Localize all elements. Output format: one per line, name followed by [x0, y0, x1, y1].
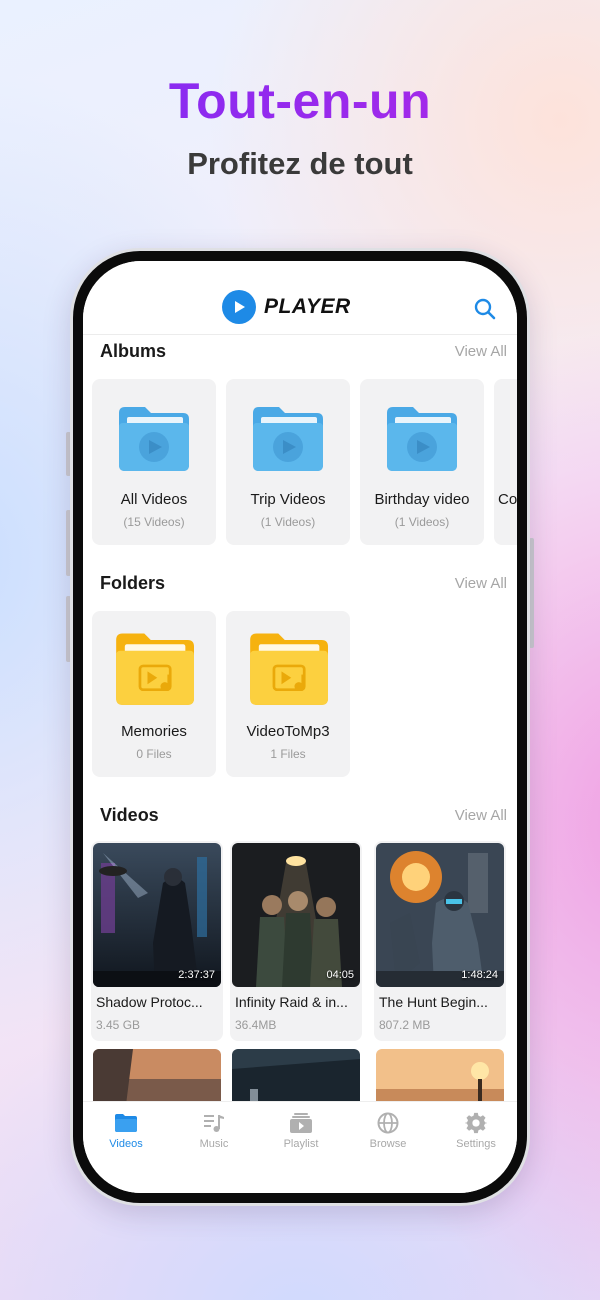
video-card[interactable]: 04:05 Infinity Raid & in... 36.4MB [230, 841, 362, 1041]
video-card[interactable]: 2:37:37 Shadow Protoc... 3.45 GB [91, 841, 223, 1041]
hero-subtitle: Profitez de tout [187, 146, 413, 181]
globe-icon [377, 1112, 399, 1134]
album-name: All Videos [120, 491, 188, 508]
folder-card[interactable]: Memories 0 Files [92, 611, 216, 777]
content-scroll[interactable]: Albums View All All Videos (15 Videos) T… [83, 335, 517, 1101]
folders-title: Folders [100, 573, 166, 593]
video-title: The Hunt Begin... [379, 994, 488, 1010]
search-icon [474, 298, 496, 320]
album-card[interactable]: Trip Videos (1 Videos) [226, 379, 350, 545]
tab-label: Browse [369, 1138, 407, 1150]
tab-music[interactable]: Music [174, 1112, 254, 1150]
video-duration: 2:37:37 [178, 969, 215, 981]
album-card[interactable]: All Videos (15 Videos) [92, 379, 216, 545]
folder-name: VideoToMp3 [246, 723, 330, 740]
video-thumbnail: 2:37:37 [93, 843, 221, 987]
video-folder-icon [253, 407, 323, 471]
folders-view-all-link[interactable]: View All [455, 575, 507, 592]
folder-count: 0 Files [136, 747, 172, 761]
phone-bezel: PLAYER Albums View All All Videos (15 Vi… [73, 251, 527, 1203]
folder-icon [115, 1114, 137, 1132]
folder-name: Memories [121, 723, 187, 740]
tab-label: Settings [456, 1138, 496, 1150]
video-duration: 1:48:24 [461, 969, 498, 981]
app-screen: PLAYER Albums View All All Videos (15 Vi… [83, 261, 517, 1193]
album-name: Birthday video [374, 491, 470, 508]
media-folder-icon [250, 633, 328, 705]
gear-icon [465, 1112, 487, 1134]
albums-view-all-link[interactable]: View All [455, 343, 507, 360]
play-logo-icon [222, 290, 256, 324]
video-thumbnail[interactable] [93, 1049, 221, 1101]
album-count: (1 Videos) [260, 515, 316, 529]
folder-card[interactable]: VideoToMp3 1 Files [226, 611, 350, 777]
search-button[interactable] [473, 297, 499, 323]
album-card[interactable]: Birthday video (1 Videos) [360, 379, 484, 545]
tab-label: Music [199, 1138, 229, 1150]
app-header: PLAYER [83, 261, 517, 335]
video-title: Shadow Protoc... [96, 994, 203, 1010]
video-title: Infinity Raid & in... [235, 994, 348, 1010]
video-duration: 04:05 [326, 969, 354, 981]
phone-frame: PLAYER Albums View All All Videos (15 Vi… [70, 248, 530, 1206]
tab-label: Videos [109, 1138, 143, 1150]
bottom-tab-bar: Videos Music Playlist Browse Settings [83, 1101, 517, 1193]
album-card[interactable]: Cor [494, 379, 517, 545]
tab-settings[interactable]: Settings [436, 1112, 516, 1150]
videos-title: Videos [100, 805, 159, 825]
media-folder-icon [116, 633, 194, 705]
tab-videos[interactable]: Videos [86, 1112, 166, 1150]
folder-count: 1 Files [270, 747, 306, 761]
video-folder-icon [387, 407, 457, 471]
album-name: Cor [498, 491, 517, 508]
app-logo: PLAYER [222, 290, 351, 324]
album-count: (1 Videos) [394, 515, 450, 529]
album-name: Trip Videos [250, 491, 326, 508]
videos-view-all-link[interactable]: View All [455, 807, 507, 824]
album-count: (15 Videos) [123, 515, 185, 529]
video-thumbnail[interactable] [376, 1049, 504, 1101]
video-thumbnail: 04:05 [232, 843, 360, 987]
albums-title: Albums [100, 341, 167, 361]
tab-label: Playlist [283, 1138, 319, 1150]
video-folder-icon [119, 407, 189, 471]
hero-title: Tout-en-un [0, 72, 600, 130]
video-thumbnail[interactable] [232, 1049, 360, 1101]
video-card[interactable]: 1:48:24 The Hunt Begin... 807.2 MB [374, 841, 506, 1041]
video-size: 807.2 MB [379, 1018, 431, 1032]
tab-browse[interactable]: Browse [348, 1112, 428, 1150]
video-size: 3.45 GB [96, 1018, 141, 1032]
playlist-icon [290, 1113, 312, 1133]
video-size: 36.4MB [235, 1018, 277, 1032]
video-thumbnail: 1:48:24 [376, 843, 504, 987]
app-name: PLAYER [264, 295, 351, 318]
music-icon [204, 1115, 224, 1132]
tab-playlist[interactable]: Playlist [261, 1112, 341, 1150]
